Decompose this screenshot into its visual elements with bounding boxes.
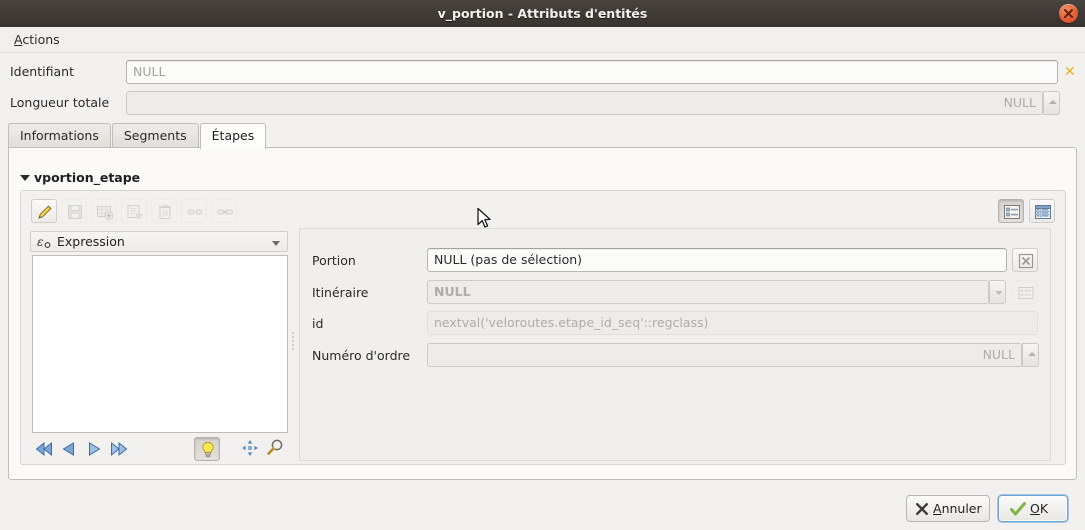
link-icon bbox=[217, 209, 233, 215]
trash-icon bbox=[159, 205, 171, 219]
chevron-up-icon bbox=[1028, 352, 1036, 356]
unlink-icon bbox=[187, 209, 203, 215]
add-feature-button bbox=[91, 199, 117, 223]
itineraire-label: Itinéraire bbox=[312, 285, 369, 300]
longueur-totale-stepper bbox=[1043, 91, 1060, 115]
zoom-to-feature-button[interactable] bbox=[264, 438, 286, 458]
table-view-button[interactable] bbox=[1029, 199, 1055, 223]
table-view-icon bbox=[1035, 205, 1051, 219]
magnifier-icon bbox=[267, 439, 283, 456]
numero-ordre-stepper bbox=[1022, 343, 1039, 367]
numero-ordre-input: NULL bbox=[427, 343, 1022, 367]
longueur-totale-label: Longueur totale bbox=[10, 95, 110, 110]
duplicate-feature-button bbox=[121, 199, 147, 223]
list-edit-icon bbox=[1018, 287, 1034, 299]
save-icon bbox=[68, 205, 82, 219]
cancel-button-label: nnuler bbox=[941, 501, 982, 516]
previous-feature-button[interactable] bbox=[58, 439, 80, 459]
portion-label: Portion bbox=[312, 253, 356, 268]
identifiant-label: Identifiant bbox=[10, 64, 74, 79]
pan-to-feature-button[interactable] bbox=[239, 438, 261, 458]
panel-splitter-handle[interactable] bbox=[291, 330, 295, 352]
unlink-feature-button bbox=[181, 199, 207, 223]
tab-informations[interactable]: Informations bbox=[8, 123, 111, 148]
form-view-button[interactable] bbox=[998, 199, 1024, 223]
last-icon bbox=[111, 441, 128, 457]
next-feature-button[interactable] bbox=[83, 439, 105, 459]
first-feature-button[interactable] bbox=[33, 439, 55, 459]
toggle-editing-button[interactable] bbox=[31, 199, 57, 223]
expression-filter-dropdown[interactable]: ε Expression bbox=[30, 231, 288, 252]
collapse-arrow-icon[interactable] bbox=[20, 175, 30, 181]
identifiant-input[interactable]: NULL bbox=[126, 60, 1058, 84]
chevron-down-icon bbox=[272, 241, 280, 246]
attribute-dialog-window: v_portion - Attributs d'entités Actions … bbox=[0, 0, 1085, 530]
chevron-up-icon bbox=[1049, 100, 1057, 104]
expression-feature-list[interactable] bbox=[32, 255, 288, 433]
last-feature-button[interactable] bbox=[108, 439, 130, 459]
ok-button[interactable]: OK bbox=[998, 495, 1068, 522]
save-edits-button bbox=[61, 199, 87, 223]
title-bar: v_portion - Attributs d'entités bbox=[0, 0, 1085, 28]
close-icon[interactable] bbox=[1059, 4, 1078, 23]
menu-item-actions[interactable]: Actions bbox=[8, 27, 66, 52]
tab-bar: Informations Segments Étapes bbox=[8, 123, 267, 149]
clear-portion-button[interactable] bbox=[1012, 248, 1038, 272]
previous-icon bbox=[62, 442, 74, 456]
groupbox-title-vportion-etape: vportion_etape bbox=[34, 170, 141, 185]
cancel-x-icon bbox=[916, 503, 928, 515]
longueur-totale-input: NULL bbox=[126, 91, 1043, 115]
first-icon bbox=[35, 441, 52, 457]
menu-bar: Actions bbox=[0, 27, 1085, 53]
portion-input[interactable]: NULL (pas de sélection) bbox=[427, 248, 1007, 272]
identifiant-constraint-icon: ✕ bbox=[1064, 64, 1076, 80]
edit-itineraire-button bbox=[1012, 280, 1038, 304]
add-table-icon bbox=[97, 206, 114, 220]
ok-button-accel: O bbox=[1030, 501, 1040, 516]
form-view-icon bbox=[1004, 205, 1020, 219]
itineraire-dropdown-arrow bbox=[989, 280, 1006, 304]
id-label: id bbox=[312, 316, 324, 331]
tab-etapes[interactable]: Étapes bbox=[199, 123, 267, 149]
pencil-icon bbox=[38, 205, 52, 219]
itineraire-combo: NULL bbox=[427, 280, 989, 304]
cancel-button-accel: A bbox=[933, 501, 942, 516]
menu-item-actions-label: ctions bbox=[22, 32, 60, 47]
ok-button-label: K bbox=[1039, 501, 1049, 516]
pan-icon bbox=[242, 440, 258, 456]
lightbulb-icon bbox=[202, 441, 214, 458]
id-input: nextval('veloroutes.etape_id_seq'::regcl… bbox=[427, 311, 1038, 335]
duplicate-icon bbox=[127, 205, 143, 220]
tab-segments[interactable]: Segments bbox=[111, 123, 199, 148]
highlight-features-button[interactable] bbox=[194, 437, 220, 461]
expression-epsilon-icon: ε bbox=[37, 235, 51, 249]
svg-text:ε: ε bbox=[37, 235, 43, 249]
window-title: v_portion - Attributs d'entités bbox=[437, 6, 648, 21]
close-glyph bbox=[1064, 9, 1073, 18]
cancel-button[interactable]: Annuler bbox=[906, 495, 990, 522]
delete-feature-button bbox=[151, 199, 177, 223]
next-icon bbox=[89, 442, 101, 456]
check-icon bbox=[1010, 502, 1026, 516]
chevron-down-icon bbox=[995, 291, 1003, 295]
link-feature-button bbox=[211, 199, 237, 223]
expression-filter-label: Expression bbox=[57, 234, 125, 249]
numero-ordre-label: Numéro d'ordre bbox=[312, 348, 411, 363]
clear-x-icon bbox=[1018, 253, 1034, 269]
